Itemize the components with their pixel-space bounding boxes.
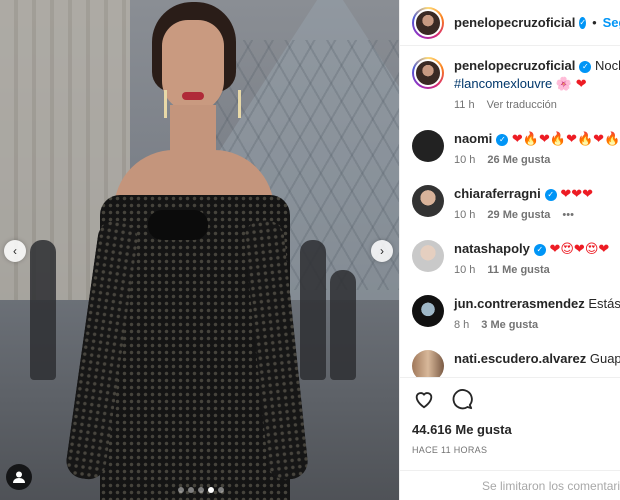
carousel-dot-active [208,487,214,493]
caption-hashtag[interactable]: #lancomexlouvre [454,76,552,91]
lips [182,92,204,100]
earring [164,90,167,118]
comment-item: nati.escudero.alvarez Guapísim [412,350,620,377]
avatar[interactable] [412,240,444,272]
comment-username[interactable]: nati.escudero.alvarez [454,351,586,366]
carousel-dot [188,487,194,493]
comment-time: 10 h [454,154,476,166]
comment-time: 10 h [454,264,476,276]
comment-text: Estás gua [588,296,620,311]
carousel-dot [178,487,184,493]
avatar[interactable] [412,185,444,217]
header-username[interactable]: penelopecruzoficial [454,15,575,30]
comment-item: chiaraferragni ✓ ❤❤❤ 10 h 29 Me gusta ••• [412,185,620,221]
avatar[interactable] [412,57,444,89]
avatar[interactable] [412,130,444,162]
comments-limited-note: Se limitaron los comentarios [400,470,620,493]
comment-likes[interactable]: 26 Me gusta [487,154,550,166]
verified-icon: ✓ [579,61,592,73]
verified-icon: ✓ [533,244,546,256]
carousel-dots [178,487,224,493]
caption-time: 11 h [454,99,475,111]
comments-list: penelopecruzoficial ✓ Noche m #lancomexlo… [400,47,620,377]
chevron-left-icon: ‹ [13,244,17,258]
avatar[interactable] [412,295,444,327]
comment-text: ❤🔥❤🔥❤🔥❤🔥 [511,131,620,146]
verified-icon: ✓ [544,189,557,201]
comment-username[interactable]: naomi [454,131,492,146]
separator-dot: • [592,15,597,30]
comment-item: naomi ✓ ❤🔥❤🔥❤🔥❤🔥 10 h 26 Me gusta [412,130,620,166]
comment-bubble-icon [452,389,473,410]
flower-emoji: 🌸 [555,76,573,91]
likes-count[interactable]: 44.616 Me gusta [412,422,609,437]
chevron-right-icon: › [380,244,384,258]
carousel-dot [218,487,224,493]
avatar[interactable] [412,6,444,39]
caption-username[interactable]: penelopecruzoficial [454,58,575,73]
carousel-prev-button[interactable]: ‹ [4,240,26,262]
caption-text: Noche m [595,58,620,73]
comment-button[interactable] [450,387,474,411]
avatar[interactable] [412,350,444,377]
tagged-users-button[interactable] [6,464,32,490]
post-side-panel: penelopecruzoficial ✓ • Seguir penelopec… [399,0,620,500]
comment-text: ❤❤❤ [560,186,594,201]
comment-item: natashapoly ✓ ❤😍❤😍❤ 10 h 11 Me gusta [412,240,620,276]
post-actions: 44.616 Me gusta HACE 11 HORAS [400,377,620,455]
comment-time: 10 h [454,209,476,221]
comment-item: jun.contrerasmendez Estás gua 8 h 3 Me g… [412,295,620,331]
post-photo[interactable]: ‹ › [0,0,399,500]
caption: penelopecruzoficial ✓ Noche m #lancomexlo… [412,57,620,111]
translate-link[interactable]: Ver traducción [487,99,557,111]
subject-woman [64,0,310,500]
background-person [330,270,356,380]
comment-likes[interactable]: 3 Me gusta [481,319,538,331]
comment-likes[interactable]: 29 Me gusta [487,209,550,221]
more-options-icon[interactable]: ••• [562,209,574,221]
comment-username[interactable]: natashapoly [454,241,530,256]
person-icon [13,471,25,483]
comment-username[interactable]: chiaraferragni [454,186,541,201]
comment-text: Guapísim [589,351,620,366]
comment-text: ❤😍❤😍❤ [549,241,610,256]
earring [238,90,241,118]
carousel-dot [198,487,204,493]
post-header: penelopecruzoficial ✓ • Seguir [400,0,620,46]
post-timestamp: HACE 11 HORAS [412,445,488,455]
verified-icon: ✓ [579,16,587,29]
dress-bow [148,210,208,240]
background-person [30,240,56,380]
like-button[interactable] [412,387,436,411]
follow-button[interactable]: Seguir [603,15,620,30]
comment-likes[interactable]: 11 Me gusta [487,264,549,276]
comment-username[interactable]: jun.contrerasmendez [454,296,585,311]
carousel-next-button[interactable]: › [371,240,393,262]
comment-time: 8 h [454,319,470,331]
verified-icon: ✓ [496,134,509,146]
heart-icon [415,392,433,409]
heart-emoji: ❤ [575,76,587,91]
